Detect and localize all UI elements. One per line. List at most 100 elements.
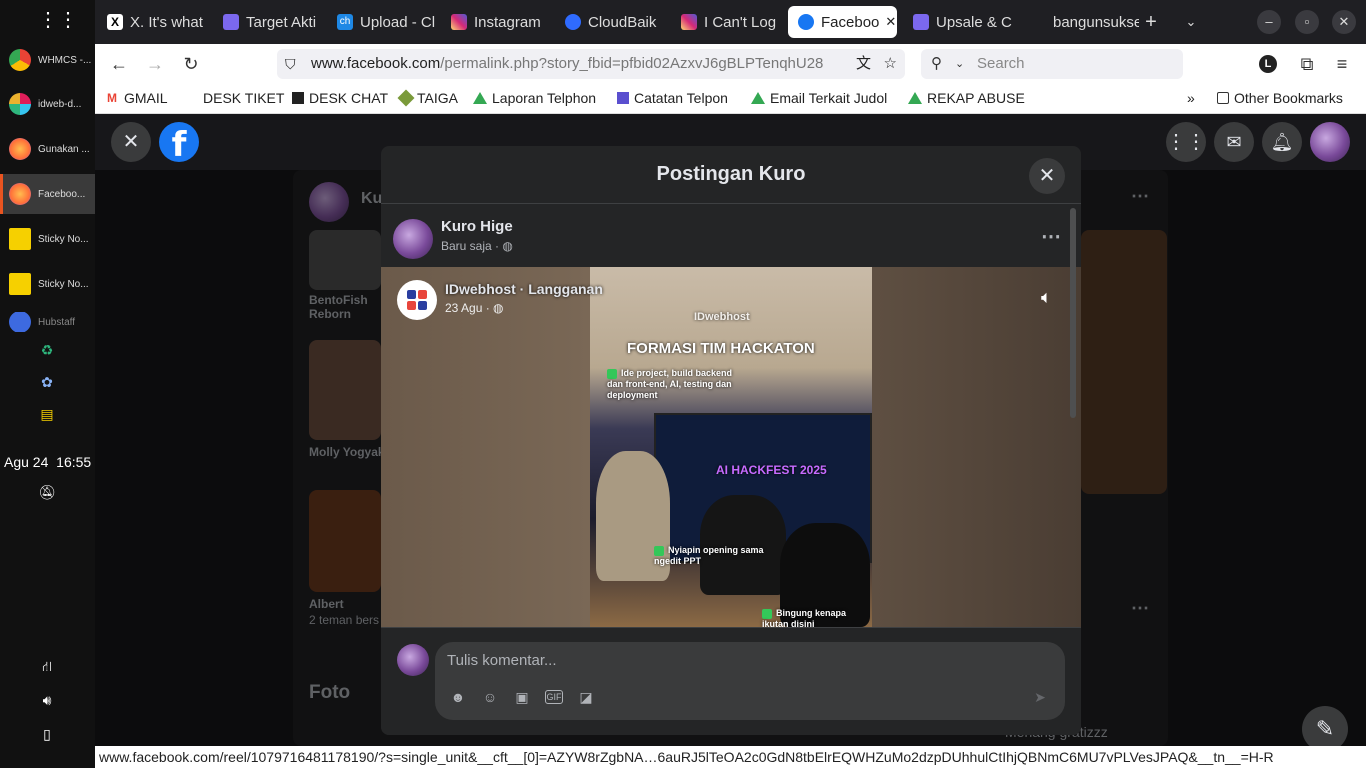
site-info-icon[interactable]: ⛉ bbox=[285, 49, 296, 79]
tab-upsale[interactable]: Upsale & C bbox=[903, 6, 1018, 38]
close-tab-icon[interactable]: ✕ bbox=[885, 14, 896, 30]
extensions-icon[interactable]: ⧉ bbox=[1295, 52, 1319, 76]
bookmark-email-judol[interactable]: Email Terkait Judol bbox=[751, 90, 887, 106]
tab-bangunsukses[interactable]: bangunsukses bbox=[1039, 6, 1139, 38]
tab-cant-login[interactable]: I Can't Log bbox=[671, 6, 786, 38]
bookmark-desk-tiket[interactable]: DESK TIKET bbox=[203, 90, 284, 106]
sound-icon[interactable]: 🔈︎ bbox=[1041, 287, 1052, 308]
author-avatar[interactable] bbox=[393, 219, 433, 259]
menu-icon[interactable]: ≡ bbox=[1330, 52, 1354, 76]
firefox-icon bbox=[9, 183, 31, 205]
bookmark-laporan-telphon[interactable]: Laporan Telphon bbox=[473, 90, 596, 106]
dock-app-hubstaff[interactable]: Hubstaff bbox=[0, 312, 95, 332]
shared-reel[interactable]: IDwebhost FORMASI TIM HACKATON Ide proje… bbox=[381, 267, 1081, 627]
clickup-icon bbox=[913, 14, 929, 30]
post-time[interactable]: Baru saja bbox=[441, 239, 492, 253]
profile-avatar[interactable]: L bbox=[1259, 55, 1277, 73]
caption-text: Ide project, build backend dan front-end… bbox=[607, 368, 733, 400]
network-icon[interactable]: ⛙ bbox=[37, 658, 57, 678]
sticker-icon[interactable]: ◪ bbox=[577, 688, 595, 706]
dock-app-sticky[interactable]: Sticky No... bbox=[0, 264, 95, 304]
new-tab-icon[interactable]: + bbox=[1139, 10, 1163, 34]
idwebhost-logo-icon[interactable] bbox=[397, 280, 437, 320]
taiga-icon bbox=[397, 89, 415, 107]
close-viewer-button[interactable]: ✕ bbox=[111, 122, 151, 162]
post-modal: Postingan Kuro ✕ Kuro Hige Baru saja · ◍… bbox=[381, 146, 1081, 735]
screen-title: AI HACKFEST 2025 bbox=[716, 463, 827, 477]
tab-facebook[interactable]: Faceboo ✕ bbox=[788, 6, 897, 38]
paw-icon[interactable]: ✿ bbox=[37, 374, 57, 394]
volume-icon[interactable]: 🔊︎ bbox=[37, 692, 57, 712]
restore-icon[interactable]: ▫ bbox=[1295, 10, 1319, 34]
notifications-off-icon[interactable]: 🔕︎ bbox=[37, 484, 57, 504]
reload-icon[interactable]: ↻ bbox=[179, 52, 203, 76]
bookmark-taiga[interactable]: TAIGA bbox=[397, 89, 458, 107]
send-icon[interactable]: ➤ bbox=[1031, 688, 1049, 706]
bookmark-gmail[interactable]: M GMAIL bbox=[107, 90, 168, 106]
notes-tray-icon[interactable]: ▤ bbox=[37, 406, 57, 426]
camera-icon[interactable]: ▣ bbox=[513, 688, 531, 706]
video-frame[interactable]: IDwebhost FORMASI TIM HACKATON Ide proje… bbox=[590, 267, 872, 627]
time-label: 16:55 bbox=[56, 454, 92, 470]
avatar-sticker-icon[interactable]: ☻ bbox=[449, 688, 467, 706]
caption-text: Bingung kenapa ikutan disini bbox=[762, 608, 847, 627]
clock[interactable]: Agu 24 16:55 bbox=[4, 454, 91, 470]
bookmark-desk-chat[interactable]: DESK CHAT bbox=[292, 90, 388, 106]
bookmarks-overflow-icon[interactable]: » bbox=[1187, 90, 1195, 106]
bookmark-rekap-abuse[interactable]: REKAP ABUSE bbox=[908, 90, 1025, 106]
bg-avatar bbox=[309, 182, 349, 222]
comment-input[interactable]: Tulis komentar... ☻ ☺ ▣ GIF ◪ ➤ bbox=[435, 642, 1065, 720]
tab-label: Instagram bbox=[474, 13, 541, 31]
recycle-icon[interactable]: ♻ bbox=[37, 342, 57, 362]
folder-icon bbox=[1217, 92, 1229, 104]
tab-upload[interactable]: ch Upload - Cl bbox=[327, 6, 442, 38]
shared-date[interactable]: 23 Agu bbox=[445, 301, 482, 315]
forward-icon[interactable]: → bbox=[143, 52, 167, 76]
messenger-icon[interactable]: ✉ bbox=[1214, 122, 1254, 162]
post-options-icon[interactable]: ⋯ bbox=[1041, 224, 1061, 249]
instagram-icon bbox=[451, 14, 467, 30]
tab-cloudbaik[interactable]: CloudBaik bbox=[555, 6, 670, 38]
sticky-notes-icon bbox=[9, 273, 31, 295]
dock-app-label: Gunakan ... bbox=[38, 143, 90, 155]
search-box[interactable]: ⚲ ⌄ Search bbox=[921, 49, 1183, 79]
close-window-icon[interactable]: ✕ bbox=[1332, 10, 1356, 34]
dock-app-label: Faceboo... bbox=[38, 188, 86, 200]
dock-app-firefox[interactable]: Gunakan ... bbox=[0, 129, 95, 169]
dock-app-facebook[interactable]: Faceboo... bbox=[0, 174, 95, 214]
menu-grid-icon[interactable]: ⋮⋮ bbox=[1166, 122, 1206, 162]
cloud-icon bbox=[565, 14, 581, 30]
facebook-logo-icon[interactable]: f bbox=[159, 122, 199, 165]
dock-app-sticky[interactable]: Sticky No... bbox=[0, 219, 95, 259]
commenter-avatar[interactable] bbox=[397, 644, 429, 676]
close-modal-button[interactable]: ✕ bbox=[1029, 158, 1065, 194]
url-host: www.facebook.com bbox=[311, 55, 441, 72]
minimize-icon[interactable]: – bbox=[1257, 10, 1281, 34]
bookmark-catatan-telpon[interactable]: Catatan Telpon bbox=[617, 90, 728, 106]
battery-icon[interactable]: ▯ bbox=[37, 726, 57, 746]
tab-x[interactable]: X X. It's what bbox=[97, 6, 213, 38]
translate-icon[interactable]: 文 bbox=[851, 49, 871, 79]
modal-scrollbar[interactable] bbox=[1070, 208, 1076, 418]
gif-icon[interactable]: GIF bbox=[545, 690, 563, 704]
caption-text: Nyiapin opening sama ngedit PPT bbox=[654, 545, 764, 566]
emoji-icon[interactable]: ☺ bbox=[481, 688, 499, 706]
bookmark-star-icon[interactable]: ☆ bbox=[883, 49, 897, 79]
other-bookmarks[interactable]: Other Bookmarks bbox=[1217, 90, 1343, 106]
bg-thumb bbox=[309, 490, 381, 592]
bookmark-label: GMAIL bbox=[124, 90, 168, 106]
account-avatar[interactable] bbox=[1310, 122, 1350, 162]
back-icon[interactable]: ← bbox=[107, 52, 131, 76]
tab-instagram[interactable]: Instagram bbox=[441, 6, 556, 38]
search-engine-dropdown-icon[interactable]: ⌄ bbox=[955, 49, 964, 79]
dock-app-slack[interactable]: idweb-d... bbox=[0, 84, 95, 124]
url-bar[interactable]: ⛉ www.facebook.com/permalink.php?story_f… bbox=[277, 49, 905, 79]
tab-target[interactable]: Target Akti bbox=[213, 6, 328, 38]
app-grid-icon[interactable]: ⋮⋮ bbox=[38, 10, 78, 30]
post-author[interactable]: Kuro Hige bbox=[441, 218, 513, 235]
shared-page-name[interactable]: IDwebhost · Langganan bbox=[445, 281, 603, 297]
tab-list-icon[interactable]: ⌄ bbox=[1179, 10, 1203, 34]
dock-app-whmcs[interactable]: WHMCS -... bbox=[0, 40, 95, 80]
desk-chat-icon bbox=[292, 92, 304, 104]
notifications-icon[interactable]: 🔔︎ bbox=[1262, 122, 1302, 162]
